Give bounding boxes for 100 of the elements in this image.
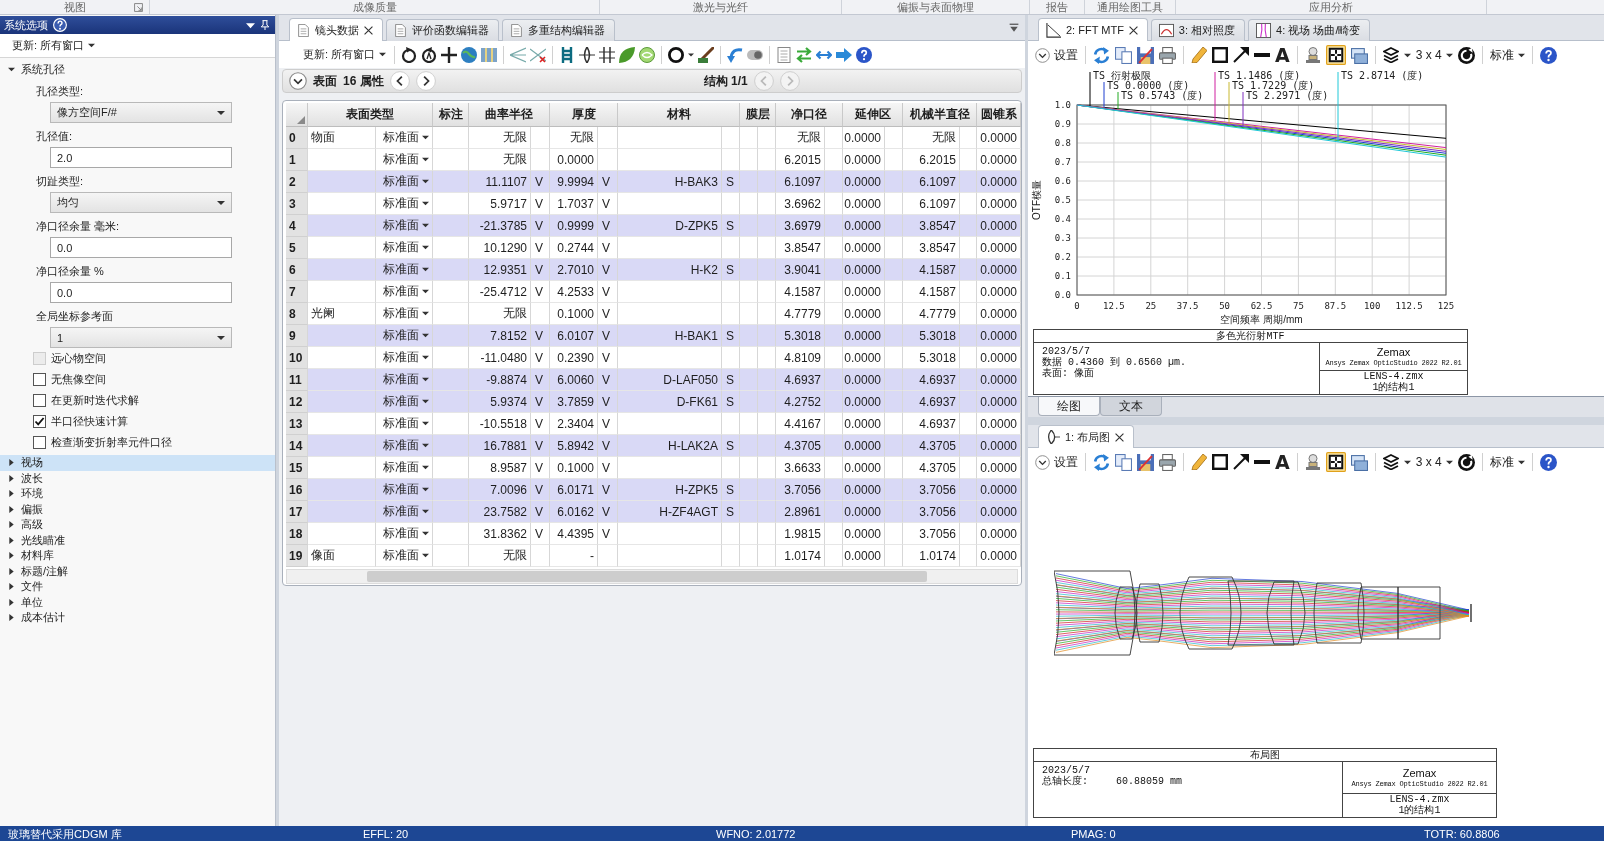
- surface-type-dropdown[interactable]: 标准面: [376, 501, 433, 523]
- solve-cell[interactable]: V: [531, 369, 550, 391]
- layers-icon[interactable]: [1382, 454, 1399, 470]
- input-field[interactable]: 0.0: [50, 237, 232, 258]
- surface-type-dropdown[interactable]: 标准面: [376, 391, 433, 413]
- swap-icon[interactable]: [796, 46, 813, 63]
- solve-cell[interactable]: V: [598, 325, 618, 347]
- column-header[interactable]: 表面类型: [308, 103, 433, 127]
- close-icon[interactable]: [364, 25, 373, 35]
- tree-item[interactable]: 系统孔径: [0, 60, 275, 78]
- solve-cell[interactable]: V: [598, 391, 618, 413]
- close-icon[interactable]: [1115, 432, 1125, 442]
- caret-right-icon[interactable]: [8, 521, 15, 529]
- layers-icon[interactable]: [1382, 47, 1399, 63]
- solve-cell[interactable]: S: [722, 391, 740, 413]
- surface-type-dropdown[interactable]: 标准面: [376, 369, 433, 391]
- preset-dropdown[interactable]: 标准: [1489, 46, 1525, 64]
- dropdown[interactable]: 1: [50, 327, 232, 348]
- solve-cell[interactable]: V: [598, 215, 618, 237]
- input-field[interactable]: 2.0: [50, 147, 232, 168]
- solve-cell[interactable]: V: [598, 479, 618, 501]
- horizontal-scrollbar[interactable]: [286, 569, 1018, 584]
- settings-button[interactable]: 设置: [1035, 453, 1078, 471]
- stamp-icon[interactable]: [1304, 47, 1321, 63]
- previous-icon[interactable]: [389, 71, 410, 91]
- caret-right-icon[interactable]: [8, 536, 15, 544]
- solve-cell[interactable]: V: [531, 325, 550, 347]
- pencil-icon[interactable]: [1191, 47, 1207, 63]
- column-header[interactable]: 标注: [433, 103, 469, 127]
- solve-cell[interactable]: S: [722, 369, 740, 391]
- dropdown[interactable]: 均匀: [50, 192, 232, 213]
- print-icon[interactable]: [1159, 46, 1176, 64]
- solve-cell[interactable]: S: [722, 435, 740, 457]
- overflow-menu-icon[interactable]: [1009, 22, 1019, 33]
- solve-cell[interactable]: V: [531, 259, 550, 281]
- tree-item[interactable]: 环境: [0, 486, 275, 502]
- tree-item[interactable]: 材料库: [0, 548, 275, 564]
- brush-icon[interactable]: [698, 46, 715, 63]
- column-header[interactable]: 机械半直径: [903, 103, 977, 127]
- solve-cell[interactable]: V: [531, 215, 550, 237]
- settings-button[interactable]: 设置: [1035, 46, 1078, 64]
- dropdown[interactable]: 像方空间F/#: [50, 102, 232, 123]
- column-header[interactable]: 厚度: [550, 103, 618, 127]
- tree-item[interactable]: 光线瞄准: [0, 532, 275, 548]
- ray-icon[interactable]: [530, 46, 547, 63]
- stamp-icon[interactable]: [1304, 454, 1321, 470]
- solve-cell[interactable]: V: [531, 435, 550, 457]
- save-icon[interactable]: [1137, 46, 1154, 64]
- table-corner[interactable]: [286, 103, 308, 127]
- refresh-icon[interactable]: [1093, 46, 1110, 64]
- editor-tab[interactable]: 评价函数编辑器: [386, 19, 499, 41]
- column-header[interactable]: 净口径: [776, 103, 843, 127]
- tree-item[interactable]: 标题/注解: [0, 563, 275, 579]
- solve-cell[interactable]: V: [598, 435, 618, 457]
- copy-icon[interactable]: [1115, 453, 1132, 471]
- dropdown-arrow-icon[interactable]: [246, 20, 255, 30]
- frame-icon[interactable]: [1325, 452, 1346, 472]
- text-tool-button[interactable]: A: [1275, 45, 1290, 65]
- caret-right-icon[interactable]: [8, 567, 15, 575]
- surface-type-dropdown[interactable]: 标准面: [376, 127, 433, 149]
- input-field[interactable]: 0.0: [50, 282, 232, 303]
- column-header[interactable]: 圆锥系: [977, 103, 1021, 127]
- editor-tab[interactable]: 镜头数据: [289, 18, 383, 41]
- checkbox[interactable]: [33, 394, 46, 407]
- chevron-down-icon[interactable]: [289, 72, 307, 90]
- save-icon[interactable]: [1137, 453, 1154, 471]
- launcher-icon[interactable]: [134, 2, 143, 12]
- solve-cell[interactable]: V: [598, 501, 618, 523]
- tree-item[interactable]: 波长: [0, 470, 275, 486]
- undo-icon[interactable]: [727, 46, 744, 63]
- surface-type-dropdown[interactable]: 标准面: [376, 545, 433, 567]
- grid-size-dropdown[interactable]: 3 x 4: [1415, 455, 1453, 469]
- solve-cell[interactable]: V: [531, 479, 550, 501]
- pin-icon[interactable]: [260, 20, 270, 30]
- analysis-tab[interactable]: 2: FFT MTF: [1038, 18, 1148, 41]
- caret-right-icon[interactable]: [8, 459, 15, 467]
- print-icon[interactable]: [1159, 453, 1176, 471]
- tree-item[interactable]: 视场: [0, 455, 275, 471]
- tree-item[interactable]: 偏振: [0, 501, 275, 517]
- arrow-icon[interactable]: [1233, 47, 1249, 63]
- ray-icon[interactable]: [510, 46, 527, 63]
- copy-icon[interactable]: [1115, 46, 1132, 64]
- surface-type-dropdown[interactable]: 标准面: [376, 259, 433, 281]
- solve-cell[interactable]: V: [531, 171, 550, 193]
- solve-cell[interactable]: S: [722, 479, 740, 501]
- pencil-icon[interactable]: [1191, 454, 1207, 470]
- circular-arrow-icon[interactable]: [1457, 46, 1475, 64]
- solve-cell[interactable]: S: [722, 259, 740, 281]
- analysis-tab[interactable]: 4: 视场 场曲/畸变: [1248, 19, 1371, 41]
- frame-icon[interactable]: [1325, 45, 1346, 65]
- analysis-tab[interactable]: 1: 布局图: [1038, 425, 1135, 448]
- solve-cell[interactable]: V: [598, 523, 618, 545]
- solve-cell[interactable]: V: [531, 391, 550, 413]
- editor-tab[interactable]: 多重结构编辑器: [502, 19, 615, 41]
- solve-cell[interactable]: V: [531, 523, 550, 545]
- globe-icon[interactable]: [461, 46, 478, 63]
- refresh-icon[interactable]: [1093, 453, 1110, 471]
- checkbox[interactable]: [33, 415, 46, 428]
- tree-item[interactable]: 单位: [0, 594, 275, 610]
- view-tab[interactable]: 绘图: [1038, 397, 1100, 416]
